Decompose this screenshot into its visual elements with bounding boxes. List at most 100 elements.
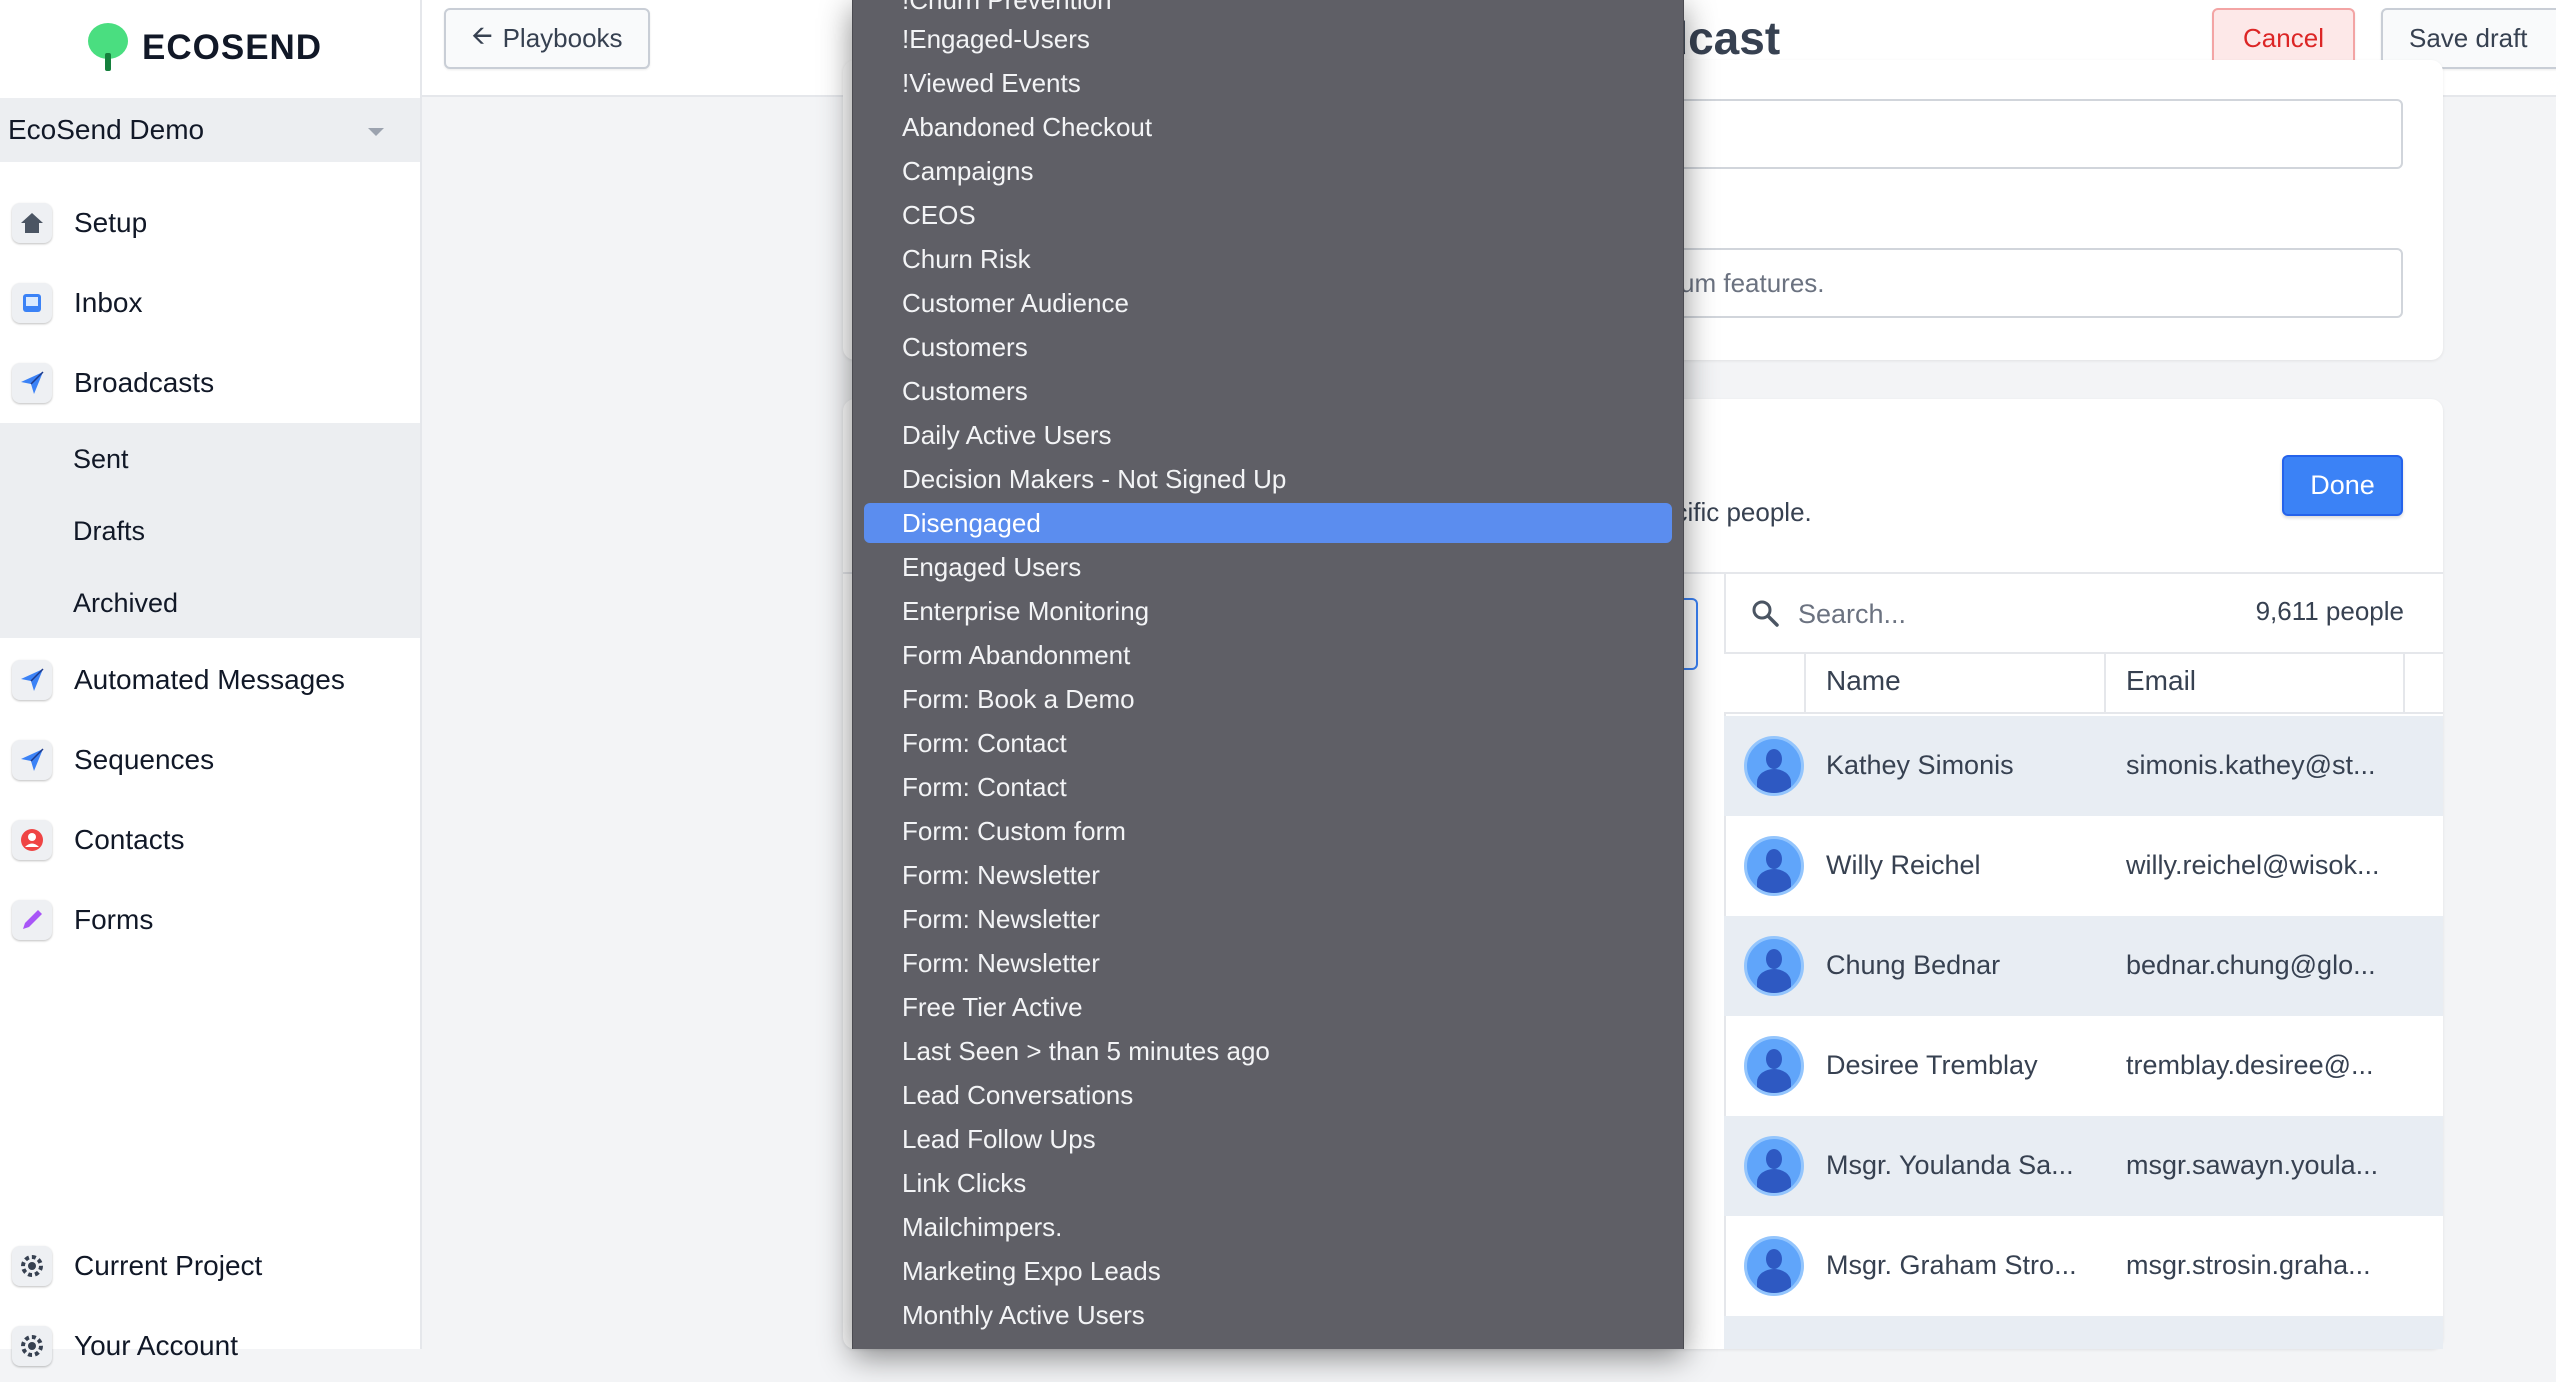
text-field[interactable] [1660,99,2403,169]
row-name: Chung Bednar [1826,950,2001,980]
column-divider [2403,652,2405,714]
gear-icon [12,1326,52,1366]
dropdown-option[interactable]: Mailchimpers. [864,1207,1672,1247]
sidebar-item-current-project[interactable]: Current Project [0,1230,420,1302]
avatar-icon [1744,936,1804,996]
avatar-icon [1744,736,1804,796]
description-field[interactable]: um features. [1660,248,2403,318]
sidebar-item-label: Current Project [74,1250,263,1281]
row-email: tremblay.desiree@... [2126,1050,2374,1080]
search-icon [1750,598,1780,628]
dropdown-option[interactable]: Marketing Expo Leads [864,1251,1672,1291]
sidebar-item-label: Your Account [74,1330,238,1361]
sidebar-item-inbox[interactable]: Inbox [0,267,420,339]
dropdown-option[interactable]: Customers [864,327,1672,367]
sidebar-item-contacts[interactable]: Contacts [0,804,420,876]
column-header-email[interactable]: Email [2126,665,2196,697]
send-icon [12,740,52,780]
row-email: simonis.kathey@st... [2126,750,2376,780]
sidebar-item-your-account[interactable]: Your Account [0,1310,420,1382]
dropdown-option[interactable]: Monthly Active Users [864,1295,1672,1335]
dropdown-option[interactable]: Customers [864,371,1672,411]
dropdown-option[interactable]: Lead Conversations [864,1075,1672,1115]
back-to-playbooks-button[interactable]: 🡨 Playbooks [444,8,650,69]
column-header-name[interactable]: Name [1826,665,1901,697]
brand-name: ECOSEND [142,28,323,67]
people-count: 9,611 people [2255,596,2404,626]
row-email: bednar.chung@glo... [2126,950,2376,980]
dropdown-option[interactable]: Form: Contact [864,767,1672,807]
arrow-left-icon: 🡨 [471,19,493,50]
dropdown-option-selected[interactable]: Disengaged [864,503,1672,543]
dropdown-option[interactable]: Form: Newsletter [864,899,1672,939]
dropdown-option[interactable]: Engaged Users [864,547,1672,587]
row-name: Kathey Simonis [1826,750,2014,780]
people-search-input[interactable] [1796,593,2176,635]
dropdown-option[interactable]: CEOS [864,195,1672,235]
dropdown-option[interactable]: Free Tier Active [864,987,1672,1027]
row-name: Willy Reichel [1826,850,1981,880]
sidebar-item-forms[interactable]: Forms [0,884,420,956]
avatar-icon [1744,1136,1804,1196]
dropdown-option[interactable]: Form: Contact [864,723,1672,763]
dropdown-option[interactable]: !Churn Prevention [864,0,1672,20]
sidebar-subitem-drafts[interactable]: Drafts [73,511,145,551]
sidebar-item-label: Sequences [74,744,215,775]
contact-icon [12,820,52,860]
broadcasts-subnav [0,423,420,638]
dropdown-option[interactable]: Abandoned Checkout [864,107,1672,147]
row-name: Desiree Tremblay [1826,1050,2038,1080]
column-divider [1804,652,1806,714]
back-button-label: Playbooks [502,23,623,53]
dropdown-option[interactable]: Campaigns [864,151,1672,191]
dropdown-option[interactable]: Churn Risk [864,239,1672,279]
dropdown-option[interactable]: !Engaged-Users [864,19,1672,59]
dropdown-option[interactable]: Link Clicks [864,1163,1672,1203]
dropdown-option[interactable]: Decision Makers - Not Signed Up [864,459,1672,499]
sidebar-item-broadcasts[interactable]: Broadcasts [0,347,420,419]
row-email: willy.reichel@wisok... [2126,850,2380,880]
dropdown-option[interactable]: Form: Newsletter [864,943,1672,983]
dropdown-option[interactable]: Form: Book a Demo [864,679,1672,719]
chevron-down-icon [368,128,384,136]
dropdown-option[interactable]: Daily Active Users [864,415,1672,455]
avatar-icon [1744,836,1804,896]
dropdown-option[interactable]: Last Seen > than 5 minutes ago [864,1031,1672,1071]
row-email: msgr.sawayn.youla... [2126,1150,2379,1180]
dropdown-option[interactable]: Form Abandonment [864,635,1672,675]
sidebar-item-label: Forms [74,904,154,935]
done-button[interactable]: Done [2282,455,2403,516]
avatar-icon [1744,1236,1804,1296]
sidebar-subitem-sent[interactable]: Sent [73,439,129,479]
sidebar-item-label: Setup [74,207,148,238]
workspace-name: EcoSend Demo [8,114,205,145]
dropdown-option[interactable]: Form: Newsletter [864,855,1672,895]
row-name: Msgr. Graham Stro... [1826,1250,2077,1280]
dropdown-option[interactable]: Lead Follow Ups [864,1119,1672,1159]
send-icon [12,363,52,403]
send-icon [12,660,52,700]
tree-logo-icon [86,23,130,73]
sidebar-item-sequences[interactable]: Sequences [0,724,420,796]
column-divider [2104,652,2106,714]
home-icon [12,203,52,243]
sidebar-item-label: Broadcasts [74,367,215,398]
pencil-icon [12,900,52,940]
sidebar-item-setup[interactable]: Setup [0,187,420,259]
sidebar-item-label: Contacts [74,824,185,855]
dropdown-option[interactable]: Customer Audience [864,283,1672,323]
workspace-selector[interactable]: EcoSend Demo [0,98,420,162]
description-field-text: um features. [1680,267,1825,298]
dropdown-option[interactable]: Enterprise Monitoring [864,591,1672,631]
sidebar-item-label: Inbox [74,287,143,318]
inbox-icon [12,283,52,323]
dropdown-option[interactable]: !Viewed Events [864,63,1672,103]
brand-logo[interactable]: ECOSEND [86,18,322,78]
sidebar-subitem-archived[interactable]: Archived [73,583,178,623]
row-name: Msgr. Youlanda Sa... [1826,1150,2074,1180]
dropdown-option[interactable]: Form: Custom form [864,811,1672,851]
sidebar-item-label: Automated Messages [74,664,345,695]
avatar-icon [1744,1036,1804,1096]
table-row[interactable] [1724,1316,2443,1349]
sidebar-item-automated-messages[interactable]: Automated Messages [0,644,420,716]
